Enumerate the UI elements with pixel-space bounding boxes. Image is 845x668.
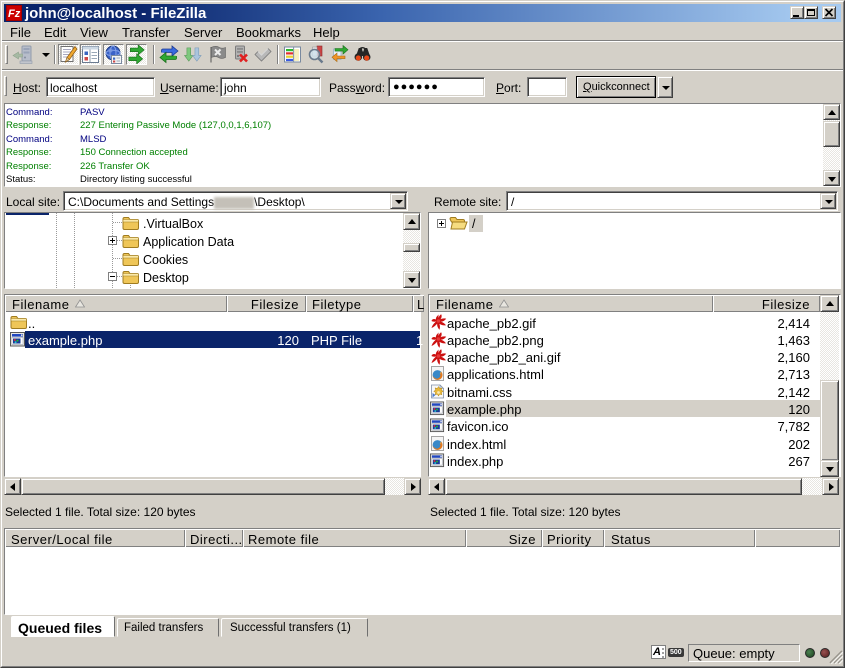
svg-text:Fz: Fz bbox=[8, 8, 21, 20]
